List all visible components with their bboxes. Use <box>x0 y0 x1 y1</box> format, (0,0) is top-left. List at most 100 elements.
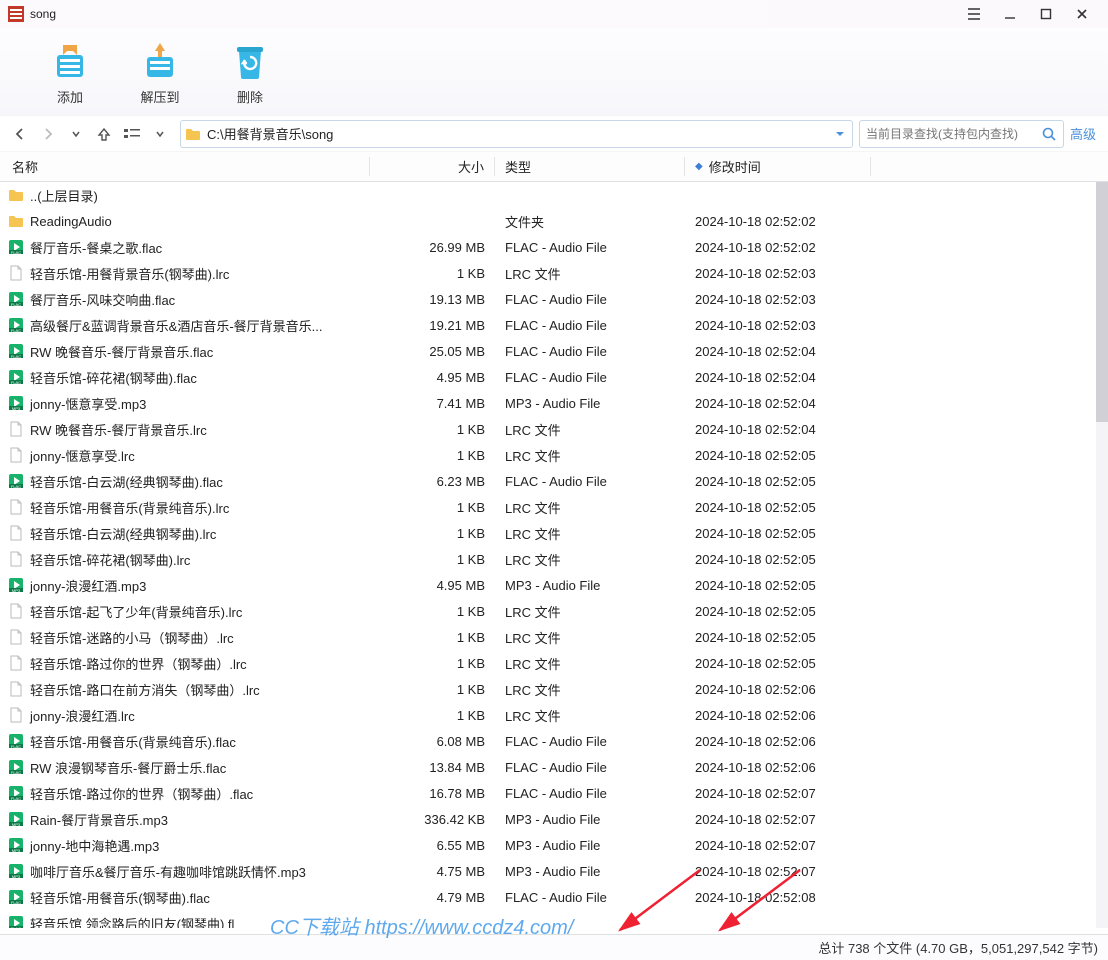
file-name: 轻音乐馆-路过你的世界（钢琴曲）.flac <box>30 784 253 803</box>
file-row[interactable]: FLAC餐厅音乐-餐桌之歌.flac26.99 MBFLAC - Audio F… <box>0 234 1108 260</box>
maximize-button[interactable] <box>1028 0 1064 28</box>
file-row[interactable]: 轻音乐馆-起飞了少年(背景纯音乐).lrc1 KBLRC 文件2024-10-1… <box>0 598 1108 624</box>
file-date: 2024-10-18 02:52:07 <box>685 786 871 801</box>
file-row[interactable]: 轻音乐馆-路过你的世界（钢琴曲）.lrc1 KBLRC 文件2024-10-18… <box>0 650 1108 676</box>
file-row[interactable]: ..(上层目录) <box>0 182 1108 208</box>
file-date: 2024-10-18 02:52:03 <box>685 266 871 281</box>
column-header-date[interactable]: ◆修改时间 <box>685 157 871 176</box>
file-date: 2024-10-18 02:52:03 <box>685 318 871 333</box>
path-dropdown-icon[interactable] <box>828 128 852 140</box>
lrc-icon <box>8 525 24 541</box>
scrollbar-track[interactable] <box>1096 182 1108 928</box>
file-date: 2024-10-18 02:52:08 <box>685 890 871 905</box>
svg-text:FLAC: FLAC <box>11 770 21 775</box>
file-row[interactable]: jonny-浪漫红酒.lrc1 KBLRC 文件2024-10-18 02:52… <box>0 702 1108 728</box>
lrc-icon <box>8 265 24 281</box>
file-size: 1 KB <box>370 500 495 515</box>
back-button[interactable] <box>6 120 34 148</box>
file-size: 336.42 KB <box>370 812 495 827</box>
file-type: FLAC - Audio File <box>495 786 685 801</box>
up-button[interactable] <box>90 120 118 148</box>
file-row[interactable]: MP3jonny-惬意享受.mp37.41 MBMP3 - Audio File… <box>0 390 1108 416</box>
mp3-icon: MP3 <box>8 811 24 827</box>
view-options-button[interactable] <box>118 120 146 148</box>
file-name: 轻音乐馆-用餐音乐(背景纯音乐).flac <box>30 732 236 751</box>
file-row[interactable]: FLAC轻音乐馆-碎花裙(钢琴曲).flac4.95 MBFLAC - Audi… <box>0 364 1108 390</box>
svg-text:FLAC: FLAC <box>11 796 21 801</box>
history-dropdown-button[interactable] <box>62 120 90 148</box>
file-row[interactable]: jonny-惬意享受.lrc1 KBLRC 文件2024-10-18 02:52… <box>0 442 1108 468</box>
svg-text:FLAC: FLAC <box>11 380 21 385</box>
file-row[interactable]: MP3jonny-浪漫红酒.mp34.95 MBMP3 - Audio File… <box>0 572 1108 598</box>
file-row[interactable]: FLAC餐厅音乐-风味交响曲.flac19.13 MBFLAC - Audio … <box>0 286 1108 312</box>
file-list[interactable]: ..(上层目录)ReadingAudio文件夹2024-10-18 02:52:… <box>0 182 1108 928</box>
delete-icon <box>227 37 273 83</box>
file-type: LRC 文件 <box>495 524 685 543</box>
file-type: FLAC - Audio File <box>495 344 685 359</box>
search-box[interactable] <box>859 120 1064 148</box>
file-date: 2024-10-18 02:52:04 <box>685 396 871 411</box>
file-row[interactable]: MP3咖啡厅音乐&餐厅音乐-有趣咖啡馆跳跃情怀.mp34.75 MBMP3 - … <box>0 858 1108 884</box>
file-date: 2024-10-18 02:52:05 <box>685 630 871 645</box>
file-type: LRC 文件 <box>495 550 685 569</box>
file-row[interactable]: 轻音乐馆-用餐背景音乐(钢琴曲).lrc1 KBLRC 文件2024-10-18… <box>0 260 1108 286</box>
extract-button[interactable]: 解压到 <box>130 37 190 106</box>
file-size: 6.55 MB <box>370 838 495 853</box>
file-row[interactable]: FLAC轻音乐馆-用餐音乐(钢琴曲).flac4.79 MBFLAC - Aud… <box>0 884 1108 910</box>
forward-button[interactable] <box>34 120 62 148</box>
file-row[interactable]: 轻音乐馆-迷路的小马（钢琴曲）.lrc1 KBLRC 文件2024-10-18 … <box>0 624 1108 650</box>
file-size: 4.75 MB <box>370 864 495 879</box>
minimize-button[interactable] <box>992 0 1028 28</box>
file-size: 4.79 MB <box>370 890 495 905</box>
file-row[interactable]: 轻音乐馆-白云湖(经典钢琴曲).lrc1 KBLRC 文件2024-10-18 … <box>0 520 1108 546</box>
lrc-icon <box>8 629 24 645</box>
close-button[interactable] <box>1064 0 1100 28</box>
advanced-search-button[interactable]: 高级 <box>1064 124 1102 143</box>
file-row[interactable]: FLACRW 晚餐音乐-餐厅背景音乐.flac25.05 MBFLAC - Au… <box>0 338 1108 364</box>
file-size: 6.23 MB <box>370 474 495 489</box>
folder-up-icon <box>8 187 24 203</box>
file-size: 1 KB <box>370 604 495 619</box>
add-button[interactable]: 添加 <box>40 37 100 106</box>
file-row[interactable]: FLAC轻音乐馆-白云湖(经典钢琴曲).flac6.23 MBFLAC - Au… <box>0 468 1108 494</box>
file-size: 4.95 MB <box>370 370 495 385</box>
file-name: 轻音乐馆-用餐音乐(背景纯音乐).lrc <box>30 498 229 517</box>
search-icon[interactable] <box>1035 126 1063 142</box>
file-row[interactable]: MP3jonny-地中海艳遇.mp36.55 MBMP3 - Audio Fil… <box>0 832 1108 858</box>
menu-button[interactable] <box>956 0 992 28</box>
file-row[interactable]: MP3Rain-餐厅背景音乐.mp3336.42 KBMP3 - Audio F… <box>0 806 1108 832</box>
column-header-name[interactable]: 名称 <box>0 157 370 176</box>
file-row[interactable]: RW 晚餐音乐-餐厅背景音乐.lrc1 KBLRC 文件2024-10-18 0… <box>0 416 1108 442</box>
file-name: 轻音乐馆-白云湖(经典钢琴曲).flac <box>30 472 223 491</box>
column-header-type[interactable]: 类型 <box>495 157 685 176</box>
file-type: FLAC - Audio File <box>495 318 685 333</box>
view-dropdown-button[interactable] <box>146 120 174 148</box>
address-bar[interactable]: C:\用餐背景音乐\song <box>180 120 853 148</box>
flac-icon: FLAC <box>8 239 24 255</box>
file-type: LRC 文件 <box>495 706 685 725</box>
file-name: 轻音乐馆-迷路的小马（钢琴曲）.lrc <box>30 628 234 647</box>
file-row[interactable]: 轻音乐馆-路口在前方消失（钢琴曲）.lrc1 KBLRC 文件2024-10-1… <box>0 676 1108 702</box>
file-row[interactable]: FLAC轻音乐馆-路过你的世界（钢琴曲）.flac16.78 MBFLAC - … <box>0 780 1108 806</box>
scrollbar-thumb[interactable] <box>1096 182 1108 422</box>
file-row[interactable]: FLAC轻音乐馆-用餐音乐(背景纯音乐).flac6.08 MBFLAC - A… <box>0 728 1108 754</box>
column-header-size[interactable]: 大小 <box>370 157 495 176</box>
file-row[interactable]: 轻音乐馆-碎花裙(钢琴曲).lrc1 KBLRC 文件2024-10-18 02… <box>0 546 1108 572</box>
file-date: 2024-10-18 02:52:06 <box>685 708 871 723</box>
svg-text:MP3: MP3 <box>12 822 21 827</box>
file-row[interactable]: FLAC轻音乐馆 领念路后的旧友(钢琴曲) fl <box>0 910 1108 928</box>
delete-label: 删除 <box>237 87 263 106</box>
file-row[interactable]: 轻音乐馆-用餐音乐(背景纯音乐).lrc1 KBLRC 文件2024-10-18… <box>0 494 1108 520</box>
nav-bar: C:\用餐背景音乐\song 高级 <box>0 116 1108 152</box>
delete-button[interactable]: 删除 <box>220 37 280 106</box>
lrc-icon <box>8 655 24 671</box>
lrc-icon <box>8 707 24 723</box>
file-name: 餐厅音乐-餐桌之歌.flac <box>30 238 162 257</box>
file-name: jonny-浪漫红酒.lrc <box>30 706 135 725</box>
search-input[interactable] <box>860 127 1035 141</box>
file-name: 轻音乐馆-碎花裙(钢琴曲).flac <box>30 368 197 387</box>
file-row[interactable]: FLACRW 浪漫钢琴音乐-餐厅爵士乐.flac13.84 MBFLAC - A… <box>0 754 1108 780</box>
file-type: FLAC - Audio File <box>495 734 685 749</box>
file-row[interactable]: ReadingAudio文件夹2024-10-18 02:52:02 <box>0 208 1108 234</box>
file-row[interactable]: FLAC高级餐厅&蓝调背景音乐&酒店音乐-餐厅背景音乐...19.21 MBFL… <box>0 312 1108 338</box>
